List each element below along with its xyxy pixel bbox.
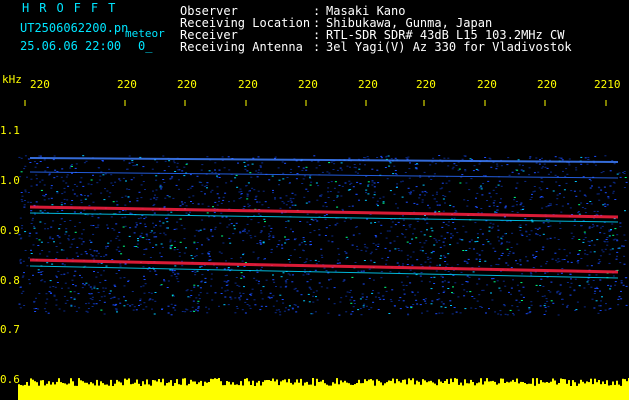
y-axis-label: 0.8 bbox=[0, 274, 20, 287]
time-tick-label: 220 bbox=[238, 78, 258, 91]
time-tick-marks bbox=[24, 100, 607, 106]
antenna-label: Receiving Antenna bbox=[180, 40, 303, 54]
y-axis-label: 0.6 bbox=[0, 373, 20, 386]
datetime-label: 25.06.06 22:00 bbox=[20, 39, 122, 53]
spectrogram-plot bbox=[18, 100, 629, 400]
time-tick-label: 220 bbox=[358, 78, 378, 91]
time-tick-label: 220 bbox=[537, 78, 557, 91]
y-axis-label: 0.9 bbox=[0, 224, 20, 237]
axis-unit-label: kHz bbox=[2, 73, 22, 86]
time-tick-label: 220 bbox=[30, 78, 50, 91]
app-title: HROFFT bbox=[22, 1, 126, 15]
y-axis-label: 1.0 bbox=[0, 174, 20, 187]
time-tick-label: 2210 bbox=[594, 78, 621, 91]
time-tick-label: 220 bbox=[416, 78, 436, 91]
y-axis-label: 0.7 bbox=[0, 323, 20, 336]
time-tick-label: 220 bbox=[298, 78, 318, 91]
filename-label: UT2506062200.pn bbox=[20, 21, 129, 35]
time-tick-label: 220 bbox=[117, 78, 137, 91]
time-tick-label: 220 bbox=[477, 78, 497, 91]
counter-label: 0_ bbox=[138, 39, 153, 53]
time-tick-label: 220 bbox=[177, 78, 197, 91]
noise-floor-bars bbox=[18, 378, 629, 400]
antenna-value: 3el Yagi(V) Az 330 for Vladivostok bbox=[326, 40, 572, 54]
hrofft-window: HROFFT UT2506062200.pn meteor 25.06.06 2… bbox=[0, 0, 629, 400]
noise-field bbox=[18, 155, 628, 316]
info-separator: : bbox=[313, 40, 321, 54]
y-axis-label: 1.1 bbox=[0, 124, 20, 137]
signal-bands bbox=[29, 157, 619, 279]
